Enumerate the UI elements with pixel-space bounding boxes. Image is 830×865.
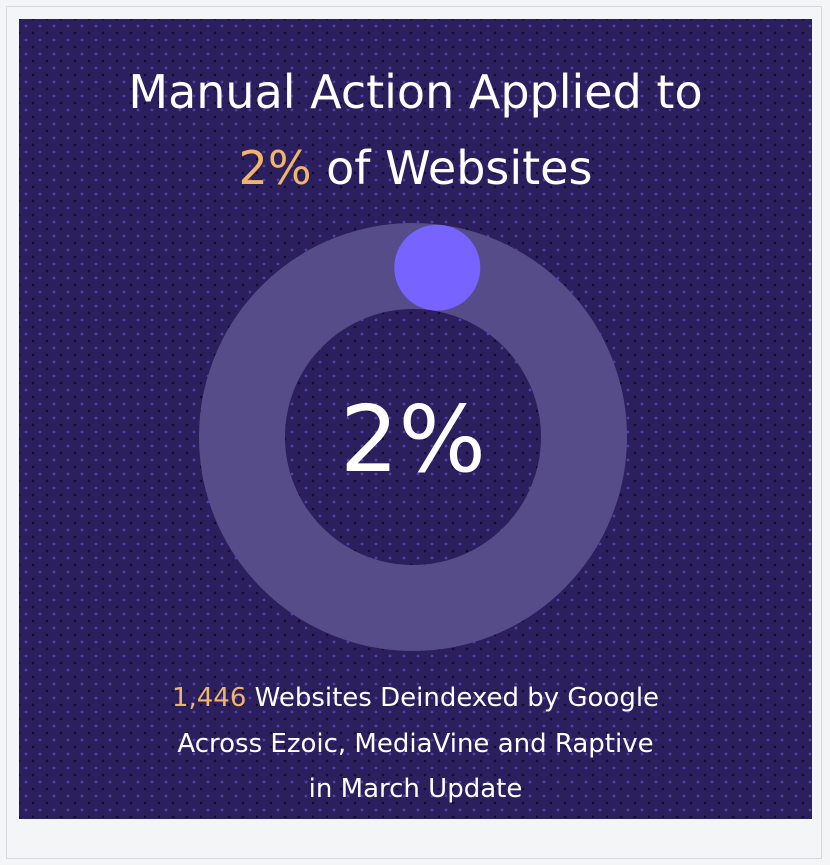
footer-line-1-rest: Websites Deindexed by Google [246, 683, 660, 713]
footer-line-3: in March Update [308, 774, 523, 804]
donut-center-label: 2% [340, 386, 486, 493]
footer-line-1: 1,446 Websites Deindexed by Google [19, 675, 812, 721]
footer-line-2: Across Ezoic, MediaVine and Raptive [177, 729, 654, 759]
infographic-card: Manual Action Applied to 2% of Websites … [19, 19, 812, 819]
donut-highlight-slice [394, 224, 481, 311]
deindexed-count: 1,446 [171, 683, 247, 713]
